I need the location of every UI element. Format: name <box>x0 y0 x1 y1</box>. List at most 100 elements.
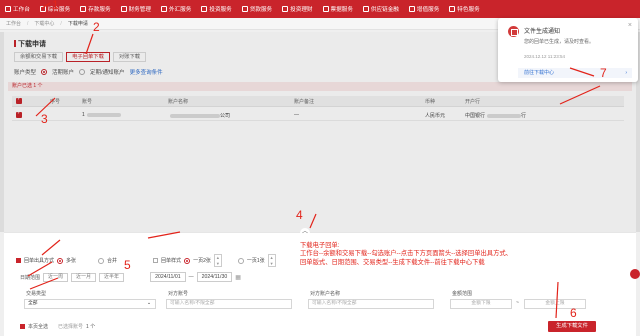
nav-item-label: 增值服务 <box>416 7 440 13</box>
footer-selection: 本页全选 已选择账号 1 个 <box>20 323 95 330</box>
annotation-instructions: 下载电子回单: 工作台--余额和交易下载--勾选账户--点击下方页面箭头--选择… <box>300 242 512 267</box>
step-number-4: 4 <box>296 208 303 222</box>
amount-separator: ~ <box>516 300 519 306</box>
date-end-input[interactable]: 2024/11/30 <box>196 272 233 282</box>
doc-icon <box>322 6 329 12</box>
range-halfyear-button[interactable]: 近半年 <box>99 272 125 282</box>
breadcrumb-item[interactable]: 工作台 <box>6 20 21 27</box>
style-stepper[interactable]: ▲ ▼ <box>213 254 222 267</box>
nav-item-label: 票据服务 <box>330 7 353 13</box>
toast-body: 您的回单已生成，请及时查看。 <box>524 39 595 45</box>
file-notification-toast: 文件生成通知 × 您的回单已生成，请及时查看。 2024.12.12 11:23… <box>498 18 638 82</box>
peer-account-input[interactable]: 可输入名称/不限全部 <box>166 299 292 309</box>
nav-item-5[interactable]: 投资服务 <box>196 5 236 13</box>
nav-item-label: 外汇服务 <box>168 7 192 13</box>
nav-item-label: 贷款服务 <box>249 7 273 13</box>
breadcrumb-separator: / <box>60 20 62 27</box>
nav-item-label: 投资服务 <box>209 7 232 13</box>
step-number-1: 1 <box>52 0 59 12</box>
nav-item-workbench[interactable]: 工作台 <box>0 5 35 13</box>
step-number-7: 7 <box>600 66 607 80</box>
annotation-line-2: 回单版式、日期范围、交易类型--生成下载文件--前往下载中心下载 <box>300 258 485 266</box>
nav-item-label: 特色服务 <box>457 7 480 13</box>
output-checkbox[interactable] <box>16 258 21 263</box>
style-2-label: 一页2张 <box>193 258 211 264</box>
nav-item-label: 供应链金融 <box>370 7 399 13</box>
range-label: 日期范围 <box>20 274 41 281</box>
range-month-button[interactable]: 近一月 <box>71 272 97 282</box>
toast-link-label: 前往下载中心 <box>524 70 555 76</box>
doc-icon <box>160 6 167 12</box>
amount-min-input[interactable]: 金额下限 <box>450 299 512 309</box>
peer-name-input[interactable]: 可输入名称/不限全部 <box>308 299 434 309</box>
top-navigation: 工作台 综合服务 存款服务 财务管理 外汇服务 投资服务 贷款服务 投资理财 票… <box>0 0 640 18</box>
output-label: 回单出具方式 <box>24 258 55 264</box>
chevron-right-icon: › <box>625 70 627 76</box>
style-stepper[interactable]: ▲ ▼ <box>267 254 276 267</box>
nav-item-label: 存款服务 <box>88 7 111 13</box>
nav-item-8[interactable]: 票据服务 <box>318 5 358 13</box>
nav-item-10[interactable]: 增值服务 <box>404 5 444 13</box>
step-number-6: 6 <box>570 306 577 320</box>
selected-count-label: 已选择账号 <box>58 324 84 330</box>
radio-style-1[interactable] <box>237 257 244 264</box>
style-1-label: 一页1张 <box>246 258 265 264</box>
doc-icon <box>241 6 248 12</box>
date-separator: — <box>188 274 194 280</box>
nav-item-label: 工作台 <box>13 7 30 13</box>
doc-icon <box>449 6 456 12</box>
home-icon <box>5 6 11 12</box>
radio-style-2[interactable] <box>184 257 191 264</box>
doc-icon <box>408 6 415 12</box>
doc-icon <box>120 6 127 12</box>
breadcrumb-separator: / <box>27 20 29 27</box>
style-checkbox[interactable] <box>153 258 159 263</box>
nav-item-4[interactable]: 外汇服务 <box>156 5 196 13</box>
nav-item-2[interactable]: 存款服务 <box>75 5 115 13</box>
date-start-input[interactable]: 2024/11/01 <box>150 272 186 282</box>
doc-icon <box>39 6 46 12</box>
trade-type-value: 全部 <box>28 301 38 306</box>
toast-title: 文件生成通知 <box>524 29 561 35</box>
generate-file-button[interactable]: 生成下载文件 <box>548 321 596 332</box>
step-number-3: 3 <box>41 112 48 126</box>
close-icon[interactable]: × <box>628 22 632 29</box>
annotation-line-1: 工作台--余额和交易下载--勾选账户--点击下方页面箭头--选择回单出具方式、 <box>300 250 512 258</box>
radio-output-merge[interactable] <box>98 257 105 264</box>
doc-icon <box>201 6 208 12</box>
peer-account-label: 对方账号 <box>168 291 189 297</box>
nav-item-label: 财务管理 <box>128 7 151 13</box>
doc-icon <box>362 6 369 12</box>
toast-time: 2024.12.12 11:23:54 <box>524 54 565 59</box>
chevron-up-icon[interactable]: ︿ <box>300 228 310 236</box>
step-number-5: 5 <box>124 258 131 272</box>
radio-output-multi[interactable] <box>57 257 64 264</box>
nav-item-3[interactable]: 财务管理 <box>116 5 156 13</box>
page-select-all-checkbox[interactable] <box>20 324 25 329</box>
goto-download-center-link[interactable]: 前往下载中心 › <box>518 68 632 78</box>
document-icon <box>508 26 519 37</box>
nav-item-7[interactable]: 投资理财 <box>277 5 317 13</box>
date-range-row: 日期范围 近一周 近一月 近半年 2024/11/01 — 2024/11/30… <box>20 272 241 282</box>
output-multi-label: 多张 <box>66 258 77 264</box>
peer-name-label: 对方账户名称 <box>310 291 341 297</box>
step-number-2: 2 <box>93 20 100 34</box>
nav-item-6[interactable]: 贷款服务 <box>237 5 277 13</box>
nav-item-9[interactable]: 供应链金融 <box>358 5 404 13</box>
doc-icon <box>282 6 289 12</box>
calendar-icon[interactable]: ▦ <box>235 274 241 281</box>
trade-type-label: 交易类型 <box>26 291 47 297</box>
nav-item-label: 投资理财 <box>290 7 313 13</box>
page-select-all-label: 本页全选 <box>28 324 49 330</box>
output-options-row: 回单出具方式 多张 合并 回单样式 一页2张 ▲ ▼ 一页1张 ▲ ▼ <box>16 254 276 267</box>
chevron-down-icon: ⌄ <box>146 301 151 306</box>
selected-count-value: 1 个 <box>86 324 96 330</box>
trade-type-select[interactable]: 全部 ⌄ <box>24 299 156 309</box>
doc-icon <box>80 6 87 12</box>
nav-item-11[interactable]: 特色服务 <box>444 5 484 13</box>
style-label: 回单样式 <box>161 258 182 264</box>
floating-help-button[interactable] <box>630 269 640 279</box>
range-week-button[interactable]: 近一周 <box>43 272 69 282</box>
breadcrumb-item[interactable]: 下载中心 <box>34 20 54 27</box>
output-merge-label: 合并 <box>107 258 118 264</box>
